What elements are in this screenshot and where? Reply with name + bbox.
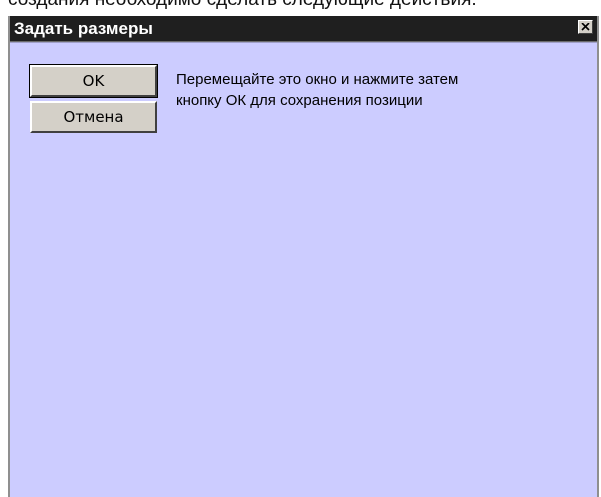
message-line-1: Перемещайте это окно и нажмите затем [176,71,459,88]
ok-button[interactable]: OK [29,64,158,98]
dialog-window: Задать размеры OK Отмена Перемещайте это… [8,16,599,497]
instruction-message: Перемещайте это окно и нажмите затем кно… [176,69,576,111]
background-text: создания необходимо сделать следующие де… [8,0,598,11]
message-line-2: кнопку ОК для сохранения позиции [176,92,423,109]
close-button[interactable] [578,20,593,34]
title-bar[interactable]: Задать размеры [10,16,597,42]
cancel-button[interactable]: Отмена [30,101,157,133]
dialog-title: Задать размеры [14,19,153,38]
close-icon [581,23,590,31]
dialog-client-area: OK Отмена Перемещайте это окно и нажмите… [10,42,597,497]
